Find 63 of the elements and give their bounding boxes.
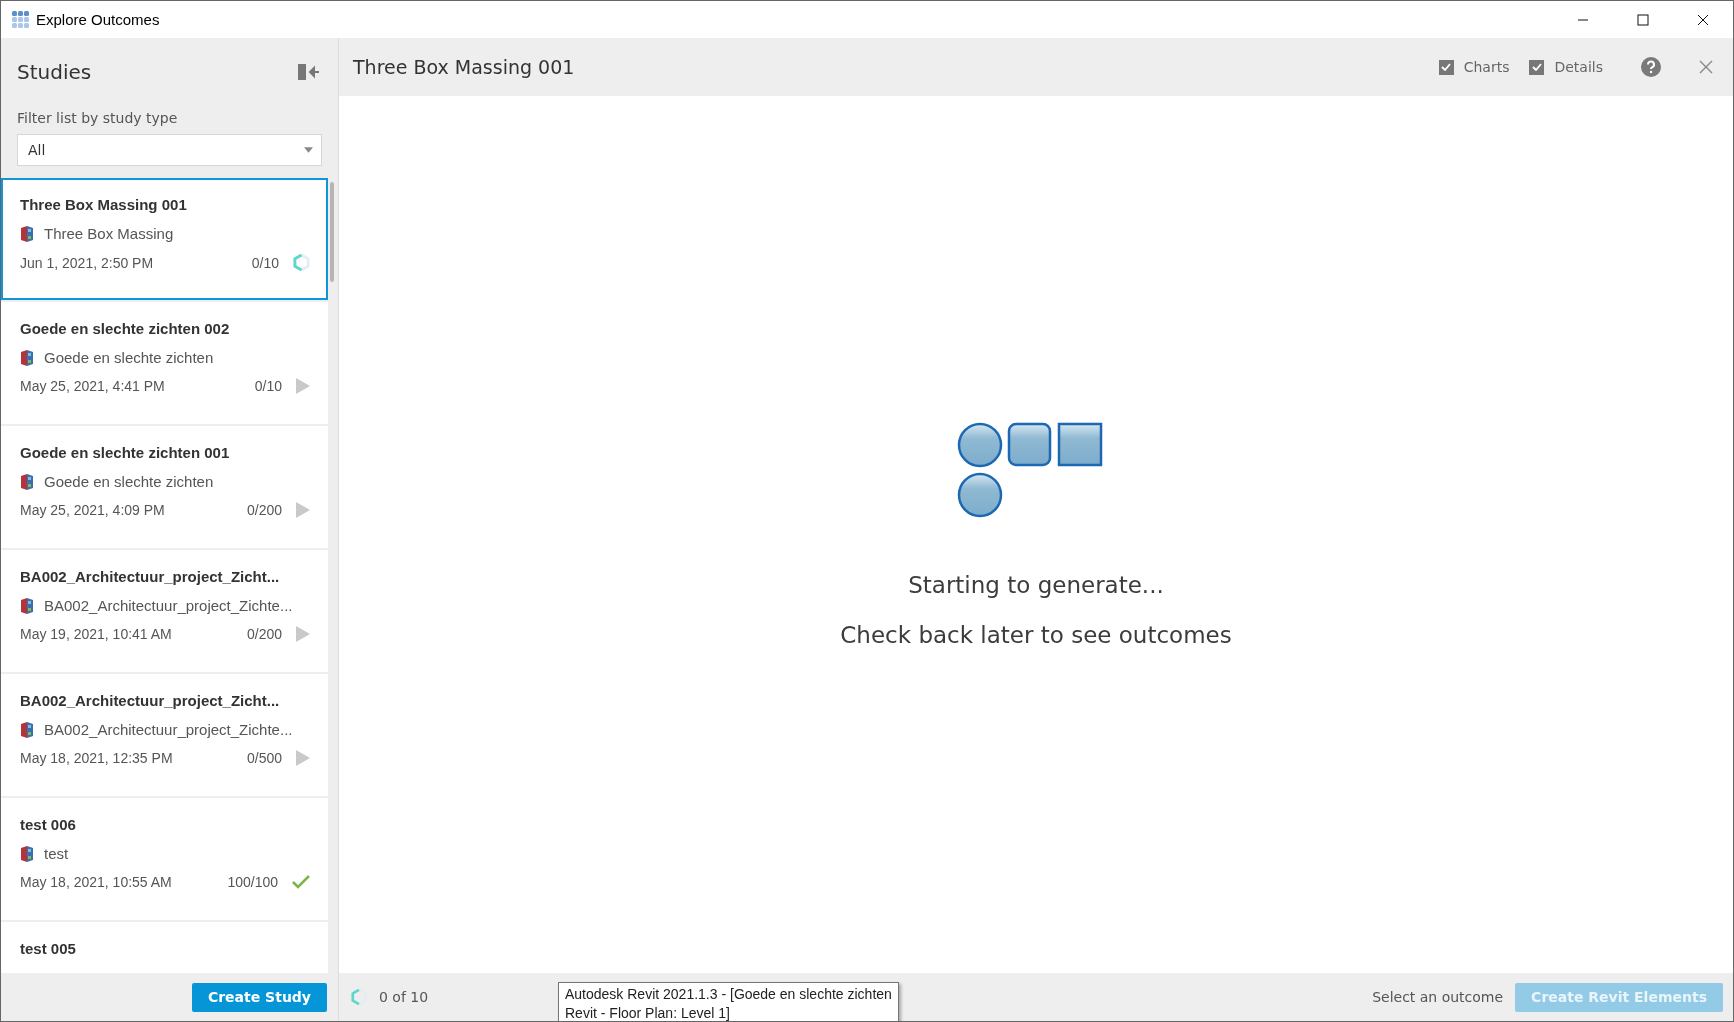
study-source: Goede en slechte zichten [44, 349, 214, 366]
checkbox[interactable] [1438, 59, 1454, 75]
study-date: Jun 1, 2021, 2:50 PM [20, 254, 154, 271]
sidebar-title: Studies [17, 60, 92, 84]
revit-file-icon [20, 845, 34, 862]
app-icon [12, 10, 30, 29]
close-icon[interactable] [1697, 13, 1709, 26]
study-source: BA002_Architectuur_project_Zichte... [44, 597, 293, 614]
revit-file-icon [20, 721, 34, 738]
outcome-count: 0/10 [254, 378, 282, 394]
study-card[interactable]: Goede en slechte zichten 001 Goede en slechte zichten May 25, 2021, 4:09 PM 0/200 [1, 426, 328, 548]
filter-label: Filter list by study type [17, 110, 179, 126]
study-date: May 25, 2021, 4:41 PM [20, 378, 165, 394]
study-source: Three Box Massing [44, 225, 174, 242]
outcome-count: 0/10 [251, 254, 279, 271]
selection-hint: Select an outcome [1372, 989, 1504, 1005]
collapse-panel-icon[interactable] [298, 64, 320, 80]
study-title: test 005 [20, 940, 77, 957]
maximize-icon[interactable] [1637, 13, 1649, 26]
checkbox[interactable] [1529, 59, 1545, 75]
revit-file-icon [20, 225, 34, 242]
study-title: Goede en slechte zichten 001 [20, 444, 231, 461]
study-source: BA002_Architectuur_project_Zichte... [44, 721, 293, 738]
revit-file-icon [20, 473, 34, 490]
study-heading: Three Box Massing 001 [353, 56, 575, 78]
study-card[interactable]: Three Box Massing 001 Three Box Massing Jun 1, 2021, 2:50 PM 0/10 [1, 178, 328, 300]
outcome-count: 0/200 [246, 502, 282, 518]
study-source: test [44, 845, 69, 862]
outcome-count: 0/200 [246, 626, 282, 642]
toggle-checkbox[interactable]: Charts [1438, 59, 1510, 75]
checkmark-icon [292, 875, 310, 889]
study-card[interactable]: test 006 test May 18, 2021, 10:55 AM 100/100 [1, 798, 328, 920]
study-type-dropdown[interactable]: All [17, 134, 322, 166]
study-card[interactable]: Goede en slechte zichten 002 Goede en slechte zichten May 25, 2021, 4:41 PM 0/10 [1, 302, 328, 424]
study-date: May 25, 2021, 4:09 PM [20, 502, 165, 518]
window-title: Explore Outcomes [36, 11, 160, 28]
revit-file-icon [20, 597, 34, 614]
progress-hexagon-icon [351, 989, 367, 1005]
study-source: Goede en slechte zichten [44, 473, 214, 490]
outcome-count: 0/500 [246, 750, 282, 766]
outcome-count: 100/100 [227, 874, 278, 890]
hint-message: Check back later to see outcomes [840, 621, 1232, 648]
revit-file-icon [20, 349, 34, 366]
study-title: BA002_Architectuur_project_Zicht... [20, 692, 281, 709]
study-title: test 006 [20, 816, 77, 833]
tooltip-text: Revit - Floor Plan: Level 1] [565, 1004, 730, 1021]
study-date: May 19, 2021, 10:41 AM [20, 626, 172, 642]
study-title: Three Box Massing 001 [20, 196, 188, 213]
study-title: Goede en slechte zichten 002 [20, 320, 231, 337]
progress-count: 0 of 10 [379, 989, 429, 1005]
toggle-checkbox[interactable]: Details [1529, 59, 1603, 75]
help-icon[interactable] [1641, 57, 1661, 77]
study-card[interactable]: test 005 [1, 922, 328, 973]
status-message: Starting to generate... [908, 571, 1164, 598]
study-title: BA002_Architectuur_project_Zicht... [20, 568, 281, 585]
progress-hexagon-icon [293, 254, 310, 271]
caret-icon [304, 147, 313, 153]
study-card[interactable]: BA002_Architectuur_project_Zicht... BA002_Architectuur_project_Zichte... May 18, 2021, 12:35 PM 0/500 [1, 674, 328, 796]
study-date: May 18, 2021, 10:55 AM [20, 874, 172, 890]
tooltip-text: Autodesk Revit 2021.1.3 - [Goede en slechte zichten [565, 985, 892, 1004]
study-date: May 18, 2021, 12:35 PM [20, 750, 173, 766]
scrollbar-thumb[interactable] [330, 182, 334, 282]
study-card[interactable]: BA002_Architectuur_project_Zicht... BA002_Architectuur_project_Zichte... May 19, 2021, 10:41 AM 0/200 [1, 550, 328, 672]
